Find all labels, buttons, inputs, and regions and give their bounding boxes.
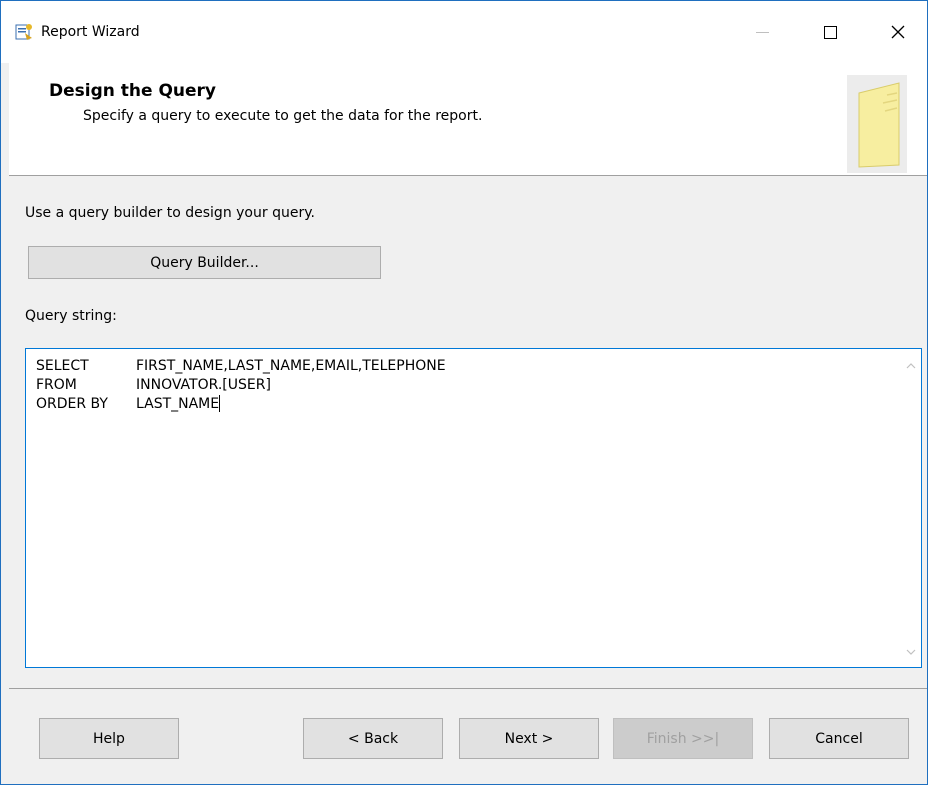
next-button[interactable]: Next > <box>459 718 599 759</box>
instruction-text: Use a query builder to design your query… <box>25 205 315 221</box>
close-button[interactable] <box>875 1 921 63</box>
query-line-order-by: ORDER BY LAST_NAME <box>36 395 446 414</box>
help-button[interactable]: Help <box>39 718 179 759</box>
query-builder-button[interactable]: Query Builder... <box>28 246 381 279</box>
query-clause: FIRST_NAME,LAST_NAME,EMAIL,TELEPHONE <box>136 358 446 374</box>
query-text: SELECT FIRST_NAME,LAST_NAME,EMAIL,TELEPHO… <box>36 357 446 414</box>
wizard-header: Design the Query Specify a query to exec… <box>9 63 927 176</box>
query-keyword: FROM <box>36 377 77 393</box>
finish-button: Finish >>| <box>613 718 753 759</box>
cancel-button[interactable]: Cancel <box>769 718 909 759</box>
query-string-label: Query string: <box>25 308 117 324</box>
note-page-icon <box>847 75 907 173</box>
query-keyword: SELECT <box>36 358 89 374</box>
query-clause: LAST_NAME <box>136 396 220 412</box>
maximize-icon <box>823 25 837 39</box>
query-line-from: FROM INNOVATOR.[USER] <box>36 376 446 395</box>
page-title: Design the Query <box>49 81 217 101</box>
query-line-select: SELECT FIRST_NAME,LAST_NAME,EMAIL,TELEPHO… <box>36 357 446 376</box>
page-subtitle: Specify a query to execute to get the da… <box>83 108 483 124</box>
maximize-button[interactable] <box>807 1 853 63</box>
vertical-scrollbar[interactable] <box>901 349 921 667</box>
report-wizard-icon <box>15 23 33 41</box>
footer-divider <box>9 688 927 689</box>
minimize-button[interactable] <box>739 1 785 63</box>
window-title: Report Wizard <box>41 24 140 40</box>
back-button[interactable]: < Back <box>303 718 443 759</box>
query-keyword: ORDER BY <box>36 396 108 412</box>
text-caret <box>219 395 221 412</box>
report-wizard-window: Report Wizard Design the Query Specify a… <box>0 0 928 785</box>
close-icon <box>891 25 905 39</box>
query-clause: INNOVATOR.[USER] <box>136 377 271 393</box>
chevron-up-icon[interactable] <box>904 359 918 373</box>
query-string-input[interactable]: SELECT FIRST_NAME,LAST_NAME,EMAIL,TELEPHO… <box>25 348 922 668</box>
title-bar[interactable]: Report Wizard <box>1 1 927 63</box>
chevron-down-icon[interactable] <box>904 645 918 659</box>
minimize-icon <box>755 31 769 33</box>
